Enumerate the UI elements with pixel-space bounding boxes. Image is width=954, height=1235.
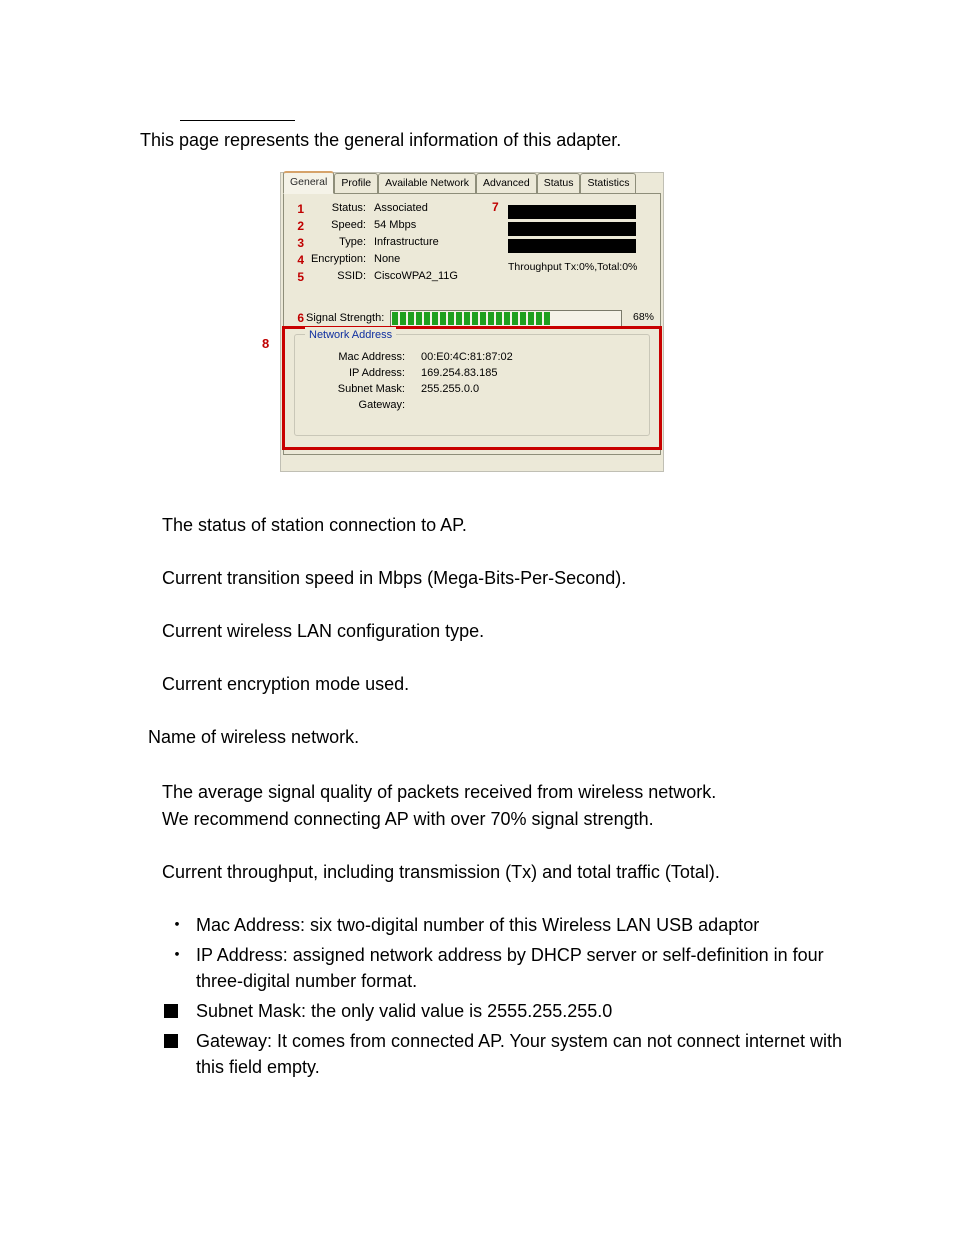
desc-7: Current throughput, including transmissi… xyxy=(162,859,874,886)
label-mac: Mac Address: xyxy=(305,349,405,366)
desc-8-ip: IP Address: assigned network address by … xyxy=(196,945,824,991)
value-ssid: CiscoWPA2_11G xyxy=(374,268,490,285)
section-rule xyxy=(180,120,295,121)
tab-available-network[interactable]: Available Network xyxy=(378,173,476,194)
value-speed: 54 Mbps xyxy=(374,217,490,234)
desc-2: Current transition speed in Mbps (Mega-B… xyxy=(162,565,874,592)
label-ip: IP Address: xyxy=(305,365,405,382)
network-address-group: Network Address Mac Address: 00:E0:4C:81… xyxy=(294,334,650,436)
desc-8-mac: Mac Address: six two-digital number of t… xyxy=(196,915,759,935)
desc-8-gateway: Gateway: It comes from connected AP. You… xyxy=(196,1031,842,1077)
callout-6: 6 xyxy=(290,309,304,327)
tab-strip: General Profile Available Network Advanc… xyxy=(281,173,663,193)
tab-general[interactable]: General xyxy=(283,171,334,194)
label-type: Type: xyxy=(306,234,366,251)
desc-4: Current encryption mode used. xyxy=(162,671,874,698)
label-subnet: Subnet Mask: xyxy=(305,381,405,398)
tab-status[interactable]: Status xyxy=(537,173,581,194)
value-ip: 169.254.83.185 xyxy=(421,365,639,382)
value-type: Infrastructure xyxy=(374,234,490,251)
throughput-label: Throughput Tx:0%,Total:0% xyxy=(508,260,636,276)
network-address-legend: Network Address xyxy=(305,327,396,344)
desc-6a: The average signal quality of packets re… xyxy=(162,779,874,806)
label-ssid: SSID: xyxy=(306,268,366,285)
desc-5: Name of wireless network. xyxy=(148,724,874,751)
throughput-graph xyxy=(508,202,636,256)
value-status: Associated xyxy=(374,200,490,217)
label-status: Status: xyxy=(306,200,366,217)
intro-text: This page represents the general informa… xyxy=(140,127,874,154)
value-subnet: 255.255.0.0 xyxy=(421,381,639,398)
label-speed: Speed: xyxy=(306,217,366,234)
label-signal: Signal Strength: xyxy=(306,310,384,327)
callout-3: 3 xyxy=(290,234,304,252)
value-mac: 00:E0:4C:81:87:02 xyxy=(421,349,639,366)
signal-percent: 68% xyxy=(626,310,654,326)
value-encryption: None xyxy=(374,251,490,268)
bullet-square-icon xyxy=(164,1004,178,1018)
callout-5: 5 xyxy=(290,268,304,286)
desc-1: The status of station connection to AP. xyxy=(162,512,874,539)
desc-3: Current wireless LAN configuration type. xyxy=(162,618,874,645)
callout-8: 8 xyxy=(262,334,269,354)
signal-strength-bar xyxy=(390,310,622,327)
callout-7: 7 xyxy=(492,198,499,216)
tab-statistics[interactable]: Statistics xyxy=(580,173,636,194)
tab-advanced[interactable]: Advanced xyxy=(476,173,537,194)
callout-4: 4 xyxy=(290,251,304,269)
tab-profile[interactable]: Profile xyxy=(334,173,378,194)
tab-body: 1 Status: Associated 2 Speed: 54 Mbps 3 … xyxy=(283,193,661,455)
callout-2: 2 xyxy=(290,217,304,235)
bullet-square-icon xyxy=(164,1034,178,1048)
label-gateway: Gateway: xyxy=(305,397,405,414)
desc-8-list: Mac Address: six two-digital number of t… xyxy=(164,912,874,1081)
label-encryption: Encryption: xyxy=(306,251,366,268)
desc-6b: We recommend connecting AP with over 70%… xyxy=(162,806,874,833)
desc-8-subnet: Subnet Mask: the only valid value is 255… xyxy=(196,1001,612,1021)
adapter-general-panel: General Profile Available Network Advanc… xyxy=(280,172,664,472)
callout-1: 1 xyxy=(290,200,304,218)
